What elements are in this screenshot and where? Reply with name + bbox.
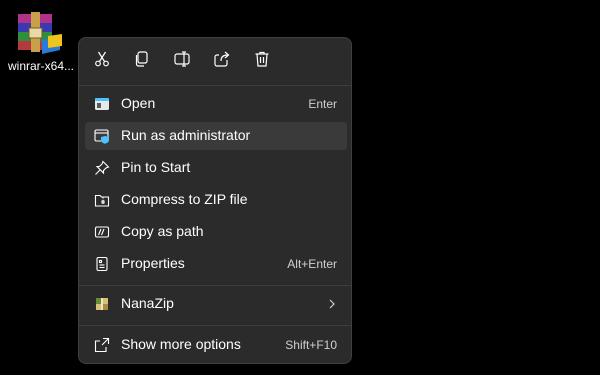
menu-item-label: Properties [121, 255, 185, 271]
properties-icon [94, 256, 110, 272]
quick-actions-toolbar [79, 38, 351, 84]
menu-item-label: Compress to ZIP file [121, 191, 248, 207]
copy-path-icon [94, 224, 110, 240]
menu-item-show-more-options[interactable]: Show more options Shift+F10 [85, 331, 347, 359]
menu-item-label: Open [121, 95, 156, 111]
menu-separator [79, 285, 351, 286]
desktop-file-winrar[interactable]: winrar-x64... [2, 8, 80, 76]
share-icon [213, 50, 231, 73]
desktop-file-label: winrar-x64... [7, 59, 75, 73]
menu-item-properties[interactable]: Properties Alt+Enter [85, 250, 347, 278]
share-button[interactable] [209, 49, 235, 73]
menu-item-run-as-administrator[interactable]: Run as administrator [85, 122, 347, 150]
menu-item-compress-zip[interactable]: Compress to ZIP file [85, 186, 347, 214]
context-menu: Open Enter Run as administrator Pin to S… [78, 37, 352, 364]
menu-item-open[interactable]: Open Enter [85, 90, 347, 118]
menu-item-copy-as-path[interactable]: Copy as path [85, 218, 347, 246]
trash-icon [253, 50, 271, 73]
cut-button[interactable] [89, 49, 115, 73]
show-more-icon [94, 337, 110, 353]
menu-item-label: NanaZip [121, 295, 174, 311]
menu-item-shortcut: Shift+F10 [285, 338, 337, 352]
zip-folder-icon [94, 192, 110, 208]
rename-button[interactable] [169, 49, 195, 73]
menu-item-pin-to-start[interactable]: Pin to Start [85, 154, 347, 182]
menu-item-label: Run as administrator [121, 127, 251, 143]
winrar-archive-icon [16, 10, 68, 58]
open-window-icon [94, 96, 110, 112]
pin-icon [94, 160, 110, 176]
menu-item-nanazip[interactable]: NanaZip [85, 290, 347, 318]
menu-item-shortcut: Alt+Enter [287, 257, 337, 271]
menu-separator [79, 325, 351, 326]
menu-separator [79, 85, 351, 86]
shield-window-icon [94, 128, 110, 144]
rename-icon [173, 50, 191, 73]
scissors-icon [93, 50, 111, 73]
chevron-right-icon [325, 297, 339, 311]
menu-item-label: Pin to Start [121, 159, 191, 175]
copy-button[interactable] [129, 49, 155, 73]
menu-item-label: Show more options [121, 336, 241, 352]
delete-button[interactable] [249, 49, 275, 73]
copy-icon [133, 50, 151, 73]
menu-item-shortcut: Enter [308, 97, 337, 111]
menu-item-label: Copy as path [121, 223, 204, 239]
nanazip-icon [94, 296, 110, 312]
